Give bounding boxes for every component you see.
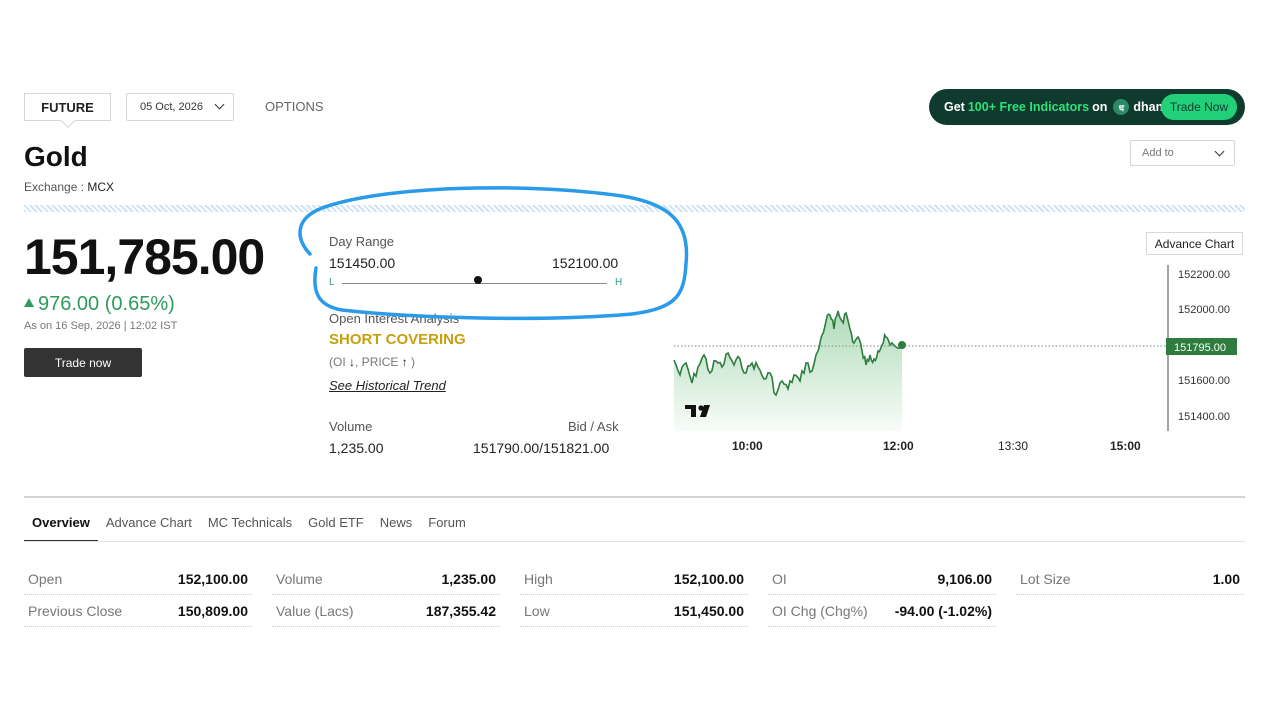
- stat-volume: Volume 1,235.00: [272, 564, 500, 595]
- stat-value: -94.00 (-1.02%): [894, 603, 992, 619]
- stat-key: Value (Lacs): [276, 603, 354, 619]
- historical-trend-link[interactable]: See Historical Trend: [329, 378, 446, 393]
- chevron-down-icon: [1214, 146, 1225, 157]
- x-tick: 10:00: [732, 439, 763, 453]
- tab-news[interactable]: News: [372, 512, 421, 542]
- tab-future[interactable]: FUTURE: [24, 93, 111, 129]
- x-tick: 12:00: [883, 439, 914, 453]
- stat-value: 1,235.00: [441, 571, 497, 587]
- stat-value: 152,100.00: [673, 571, 744, 587]
- stat-previous-close: Previous Close 150,809.00: [24, 596, 252, 627]
- trade-now-button[interactable]: Trade now: [24, 348, 142, 377]
- chevron-down-icon: [214, 99, 225, 110]
- tab-mc-technicals[interactable]: MC Technicals: [200, 512, 300, 542]
- highlight-annotation: [298, 186, 689, 321]
- tab-advance-chart[interactable]: Advance Chart: [98, 512, 200, 542]
- stat-key: Volume: [276, 571, 323, 587]
- exchange-label: Exchange :: [24, 180, 85, 194]
- volume-value: 1,235.00: [329, 440, 384, 456]
- tab-options[interactable]: OPTIONS: [265, 99, 324, 114]
- stat-key: OI Chg (Chg%): [772, 603, 868, 619]
- intraday-price-chart[interactable]: 152200.00 152000.00 151600.00 151400.00 …: [660, 255, 1250, 465]
- stat-key: Lot Size: [1020, 571, 1071, 587]
- current-price-tag-label: 151795.00: [1174, 342, 1226, 354]
- section-divider: [24, 496, 1245, 498]
- dhan-logo-icon: ध: [1113, 99, 1130, 115]
- expiry-date-select[interactable]: 05 Oct, 2026: [126, 93, 234, 121]
- bidask-label: Bid / Ask: [568, 419, 619, 434]
- stat-key: Low: [524, 603, 550, 619]
- x-tick: 15:00: [1110, 439, 1141, 453]
- promo-prefix: Get: [944, 100, 965, 114]
- y-tick: 152000.00: [1178, 304, 1230, 316]
- exchange-info: Exchange : MCX: [24, 180, 114, 194]
- triangle-up-icon: [24, 298, 34, 307]
- bidask-value: 151790.00/151821.00: [473, 440, 610, 456]
- stat-open: Open 152,100.00: [24, 564, 252, 595]
- dhan-promo-banner[interactable]: Get 100+ Free Indicators on ध dhan Trade…: [929, 89, 1245, 125]
- expiry-date-value: 05 Oct, 2026: [140, 101, 203, 113]
- tab-overview[interactable]: Overview: [24, 512, 98, 542]
- advance-chart-button[interactable]: Advance Chart: [1146, 232, 1243, 255]
- stat-value: 9,106.00: [937, 571, 993, 587]
- price-change-value: 976.00 (0.65%): [38, 293, 175, 315]
- stat-value: 187,355.42: [425, 603, 496, 619]
- stat-value-lacs: Value (Lacs) 187,355.42: [272, 596, 500, 627]
- price-change: 976.00 (0.65%): [24, 293, 175, 316]
- stat-key: Previous Close: [28, 603, 123, 619]
- stat-value: 1.00: [1212, 571, 1240, 587]
- stat-lot-size: Lot Size 1.00: [1016, 564, 1244, 595]
- stat-low: Low 151,450.00: [520, 596, 748, 627]
- stat-oi: OI 9,106.00: [768, 564, 996, 595]
- tab-future-label: FUTURE: [41, 99, 94, 115]
- last-price-dot: [898, 341, 906, 349]
- stat-high: High 152,100.00: [520, 564, 748, 595]
- stat-key: High: [524, 571, 553, 587]
- promo-brand: dhan: [1133, 100, 1164, 114]
- y-tick: 152200.00: [1178, 269, 1230, 281]
- stat-value: 151,450.00: [673, 603, 744, 619]
- oi-note: (OI ↓, PRICE ↑ ): [329, 355, 415, 369]
- add-to-dropdown[interactable]: Add to: [1130, 140, 1235, 166]
- stat-key: Open: [28, 571, 63, 587]
- tabs-underline: [24, 541, 1245, 542]
- oi-note-suffix: ): [411, 355, 416, 369]
- volume-label: Volume: [329, 419, 373, 434]
- tab-forum[interactable]: Forum: [420, 512, 474, 542]
- promo-trade-now-button[interactable]: Trade Now: [1161, 94, 1237, 120]
- as-on-timestamp: As on 16 Sep, 2026 | 12:02 IST: [24, 320, 178, 332]
- stat-value: 150,809.00: [177, 603, 248, 619]
- stat-oi-change: OI Chg (Chg%) -94.00 (-1.02%): [768, 596, 996, 627]
- stat-value: 152,100.00: [177, 571, 248, 587]
- stat-key: OI: [772, 571, 787, 587]
- promo-on: on: [1092, 100, 1108, 114]
- arrow-up-icon: ↑: [401, 355, 408, 369]
- oi-note-middle: , PRICE: [355, 355, 399, 369]
- tab-gold-etf[interactable]: Gold ETF: [300, 512, 372, 542]
- x-tick: 13:30: [998, 439, 1028, 453]
- detail-tabs: Overview Advance Chart MC Technicals Gol…: [24, 512, 474, 542]
- promo-highlight: 100+ Free Indicators: [967, 100, 1090, 114]
- y-tick: 151600.00: [1178, 375, 1230, 387]
- last-traded-price: 151,785.00: [24, 229, 265, 285]
- exchange-value: MCX: [87, 180, 115, 194]
- y-tick: 151400.00: [1178, 411, 1230, 423]
- tab-caret-icon: [60, 113, 76, 129]
- oi-note-prefix: (OI: [329, 355, 346, 369]
- oi-signal: SHORT COVERING: [329, 331, 466, 348]
- add-to-label: Add to: [1142, 147, 1174, 159]
- instrument-title: Gold: [24, 141, 88, 172]
